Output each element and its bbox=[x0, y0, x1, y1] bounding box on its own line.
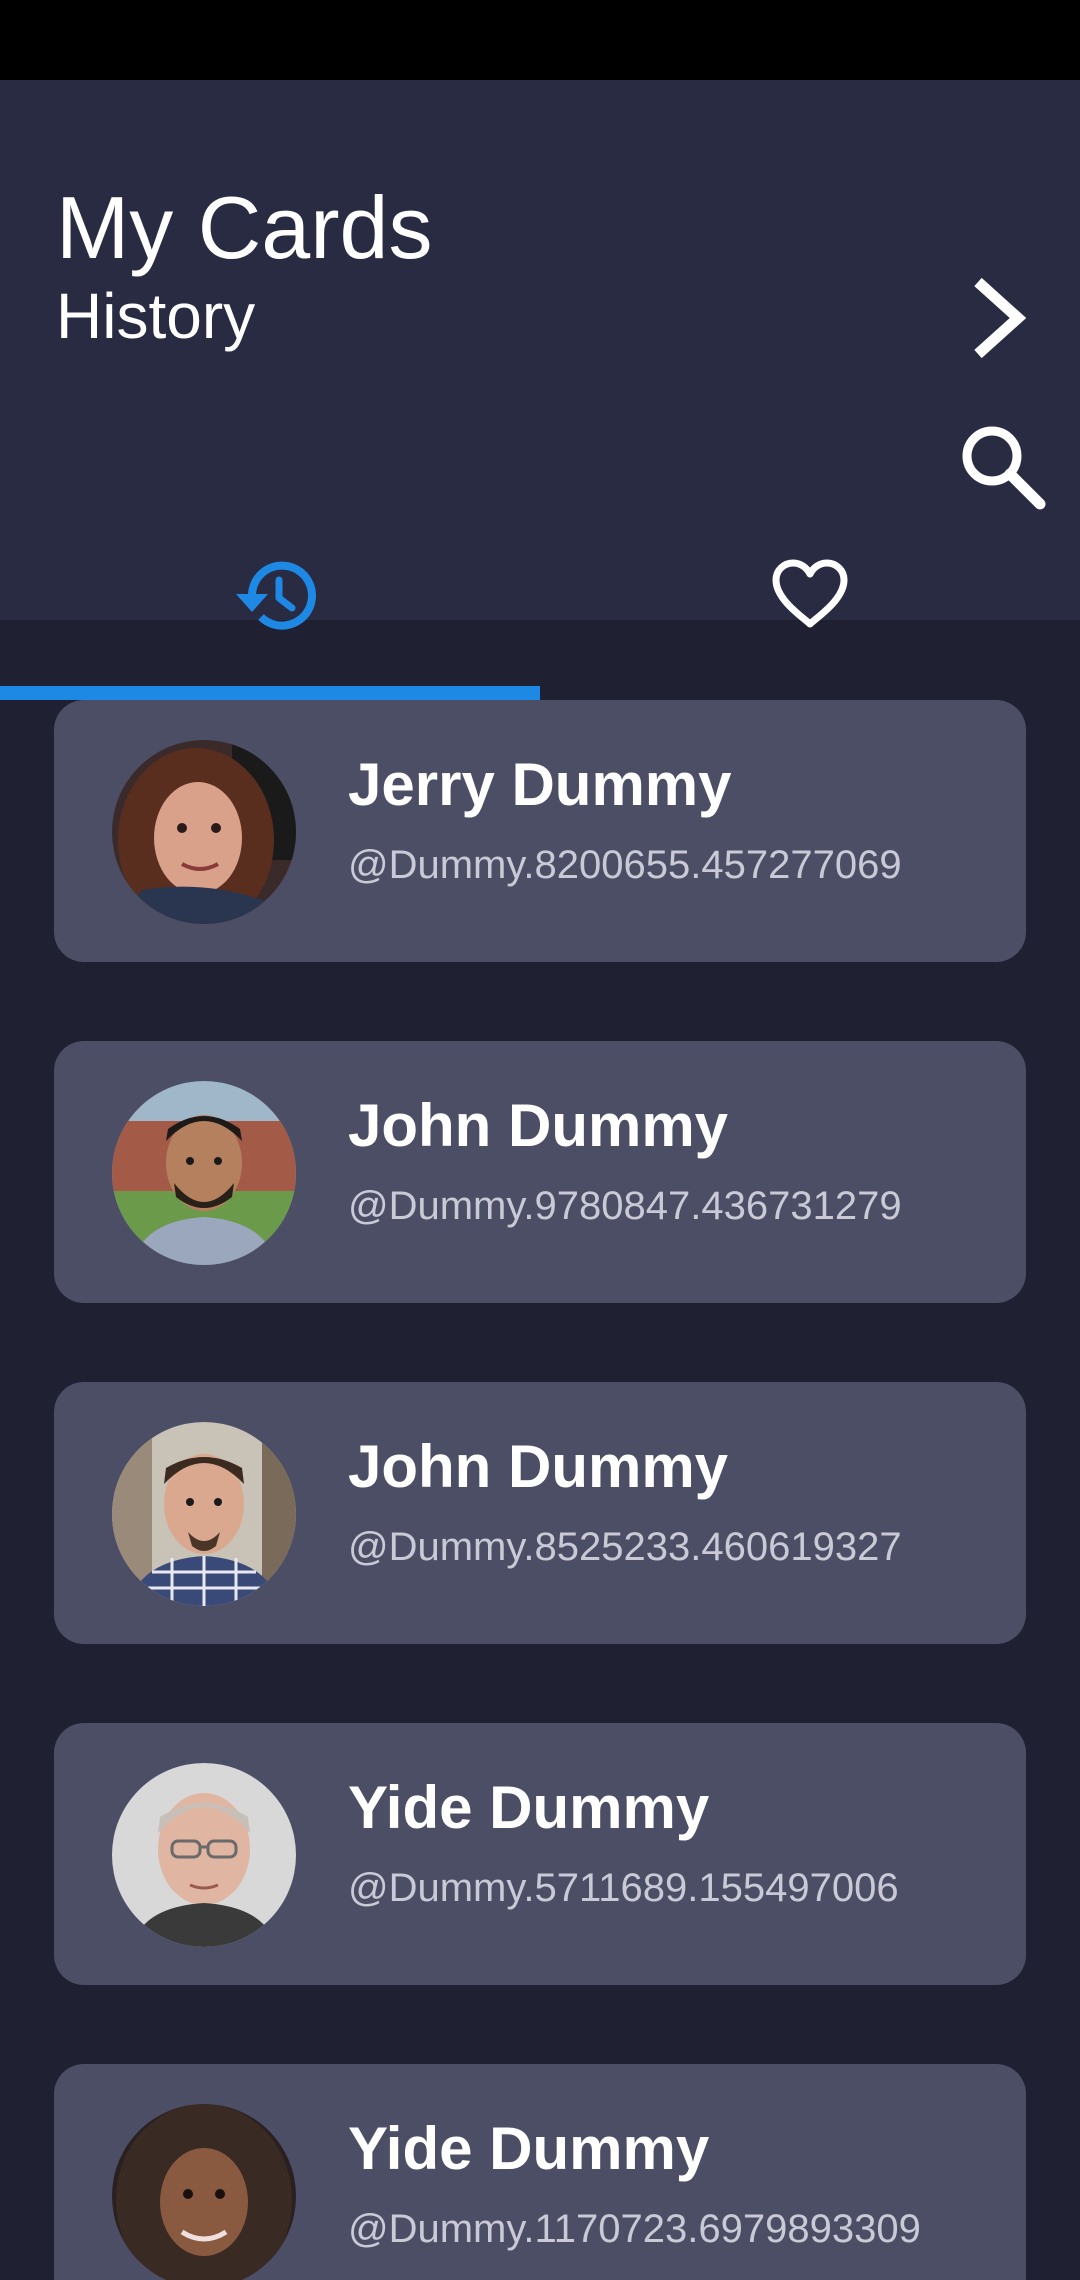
card-handle: @Dummy.1170723.6979893309 bbox=[348, 2207, 921, 2251]
history-icon bbox=[236, 561, 316, 630]
search-icon[interactable] bbox=[956, 420, 1048, 512]
list-item[interactable]: Jerry Dummy @Dummy.8200655.457277069 bbox=[54, 700, 1026, 962]
selected-tab-indicator bbox=[0, 686, 540, 700]
card-handle: @Dummy.8200655.457277069 bbox=[348, 843, 902, 887]
card-name: John Dummy bbox=[348, 1433, 729, 1500]
page-title: My Cards bbox=[56, 178, 433, 277]
tab-bar bbox=[0, 520, 1080, 700]
avatar bbox=[112, 740, 296, 924]
list-item[interactable]: Yide Dummy @Dummy.5711689.155497006 bbox=[54, 1723, 1026, 1985]
heart-outline-icon bbox=[772, 559, 848, 628]
app-header: My Cards History bbox=[0, 80, 1080, 700]
list-item[interactable]: John Dummy @Dummy.9780847.436731279 bbox=[54, 1041, 1026, 1303]
card-handle: @Dummy.5711689.155497006 bbox=[348, 1866, 899, 1910]
card-name: Jerry Dummy bbox=[348, 751, 732, 818]
tab-history[interactable] bbox=[0, 520, 540, 700]
card-name: John Dummy bbox=[348, 1092, 729, 1159]
page-subtitle: History bbox=[56, 280, 256, 352]
list-item[interactable]: John Dummy @Dummy.8525233.460619327 bbox=[54, 1382, 1026, 1644]
status-bar bbox=[0, 0, 1080, 80]
avatar bbox=[112, 1081, 296, 1265]
app-screen: My Cards History Jerry Dummy @Dummy.8200… bbox=[0, 0, 1080, 2280]
avatar bbox=[112, 2104, 296, 2280]
tab-favorites[interactable] bbox=[540, 520, 1080, 700]
card-handle: @Dummy.8525233.460619327 bbox=[348, 1525, 902, 1569]
chevron-right-icon[interactable] bbox=[960, 270, 1040, 366]
avatar bbox=[112, 1763, 296, 1947]
list-item[interactable]: Yide Dummy @Dummy.1170723.6979893309 bbox=[54, 2064, 1026, 2280]
avatar bbox=[112, 1422, 296, 1606]
card-name: Yide Dummy bbox=[348, 1774, 710, 1841]
card-name: Yide Dummy bbox=[348, 2115, 710, 2182]
card-handle: @Dummy.9780847.436731279 bbox=[348, 1184, 902, 1228]
